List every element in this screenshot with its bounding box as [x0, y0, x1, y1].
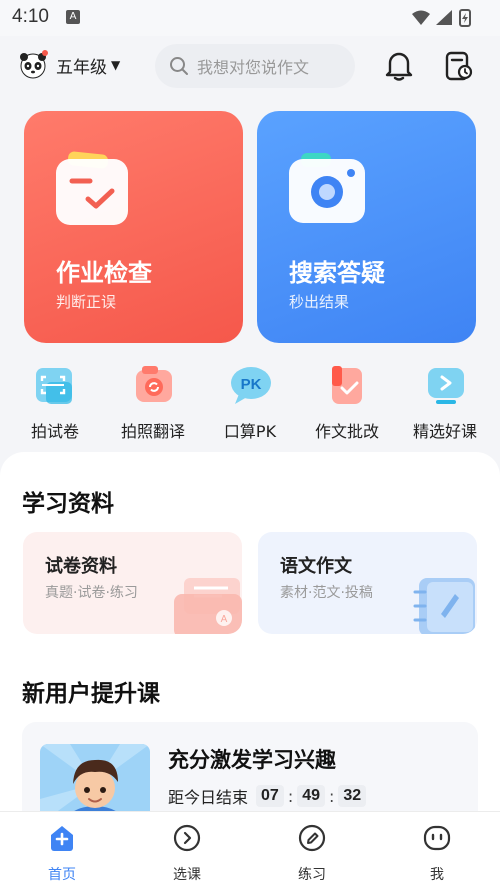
- homework-check-card[interactable]: 作业检查 判断正误: [24, 111, 243, 343]
- card-subtitle: 判断正误: [56, 293, 117, 311]
- timer-seconds: 32: [338, 785, 367, 807]
- timer-label: 距今日结束: [168, 788, 249, 807]
- chinese-essay-card[interactable]: 语文作文 素材·范文·投稿: [258, 532, 477, 634]
- exam-folder-icon: A: [174, 578, 242, 634]
- course-play-icon: [428, 368, 464, 404]
- status-icons: [412, 9, 471, 27]
- panda-avatar-icon: [18, 50, 48, 80]
- new-user-course-title: 新用户提升课: [22, 681, 160, 707]
- pk-badge-text: PK: [241, 376, 262, 393]
- practice-icon: [298, 824, 326, 852]
- tool-label: 精选好课: [412, 422, 477, 441]
- tool-essay-correct[interactable]: 作文批改: [297, 360, 397, 442]
- tool-mental-math-pk[interactable]: PK 口算PK: [200, 360, 300, 442]
- tab-practice[interactable]: 练习: [252, 824, 372, 884]
- pk-icon: PK: [231, 367, 271, 404]
- tab-profile[interactable]: 我: [377, 824, 497, 884]
- tab-label: 选课: [173, 867, 201, 883]
- translate-camera-icon: [136, 366, 172, 402]
- notification-bell-icon[interactable]: [384, 50, 414, 82]
- wifi-icon: [412, 10, 430, 25]
- grade-selector[interactable]: 五年级 ▼: [18, 50, 120, 80]
- tool-photo-translate[interactable]: 拍照翻译: [103, 360, 203, 442]
- tab-label: 练习: [298, 867, 326, 883]
- tab-label: 我: [430, 867, 444, 883]
- tool-featured-courses[interactable]: 精选好课: [395, 360, 495, 442]
- notebook-icon: [413, 578, 475, 634]
- card-subtitle: 真题·试卷·练习: [45, 585, 138, 601]
- top-header: 五年级 ▼ 我想对您说作文: [0, 36, 500, 100]
- tab-select-course[interactable]: 选课: [127, 824, 247, 884]
- exam-materials-card[interactable]: 试卷资料 真题·试卷·练习 A: [23, 532, 242, 634]
- caret-down-icon: ▼: [111, 58, 121, 72]
- search-icon: [170, 57, 188, 75]
- card-subtitle: 秒出结果: [289, 293, 350, 311]
- card-subtitle: 素材·范文·投稿: [280, 585, 373, 601]
- essay-correct-icon: [332, 366, 362, 404]
- search-placeholder: 我想对您说作文: [197, 58, 310, 77]
- tool-scan-paper[interactable]: 拍试卷: [5, 360, 105, 442]
- tool-label: 作文批改: [314, 422, 379, 441]
- signal-icon: [436, 10, 452, 25]
- scan-paper-icon: [36, 368, 72, 404]
- timer-separator: :: [287, 786, 294, 806]
- a-icon: A: [66, 10, 80, 24]
- card-title: 搜索答疑: [289, 259, 385, 287]
- search-bar[interactable]: 我想对您说作文: [155, 44, 355, 88]
- camera-icon: [289, 153, 365, 223]
- tab-home[interactable]: 首页: [2, 824, 122, 884]
- profile-icon: [423, 825, 451, 851]
- timer-minutes: 49: [297, 785, 325, 807]
- card-title: 语文作文: [280, 556, 352, 577]
- bottom-tab-bar: 首页 选课 练习 我: [0, 811, 500, 888]
- countdown-timer: 距今日结束 07 : 49 : 32: [168, 784, 367, 808]
- grade-label: 五年级: [56, 57, 107, 78]
- study-record-icon[interactable]: [444, 50, 474, 82]
- course-title: 充分激发学习兴趣: [168, 748, 336, 772]
- timer-separator: :: [329, 786, 335, 806]
- home-icon: [51, 826, 73, 851]
- svg-text:A: A: [221, 614, 228, 625]
- tool-label: 口算PK: [223, 422, 277, 441]
- timer-hours: 07: [256, 785, 284, 807]
- card-title: 作业检查: [56, 259, 152, 287]
- tool-label: 拍试卷: [30, 422, 79, 441]
- status-bar: 4:10 A: [0, 0, 500, 36]
- content-panel: 学习资料 试卷资料 真题·试卷·练习 A 语文作文 素材·范文·投稿 新用户提升…: [0, 452, 500, 832]
- search-answer-card[interactable]: 搜索答疑 秒出结果: [257, 111, 476, 343]
- tool-label: 拍照翻译: [120, 422, 185, 441]
- tab-label: 首页: [48, 867, 76, 883]
- study-materials-title: 学习资料: [22, 491, 114, 517]
- card-title: 试卷资料: [45, 556, 117, 577]
- status-time: 4:10: [12, 6, 49, 27]
- select-course-icon: [173, 824, 201, 852]
- tool-row: 拍试卷 拍照翻译 PK 口算PK 作文批改 精选好课: [0, 360, 500, 442]
- checklist-icon: [56, 151, 128, 225]
